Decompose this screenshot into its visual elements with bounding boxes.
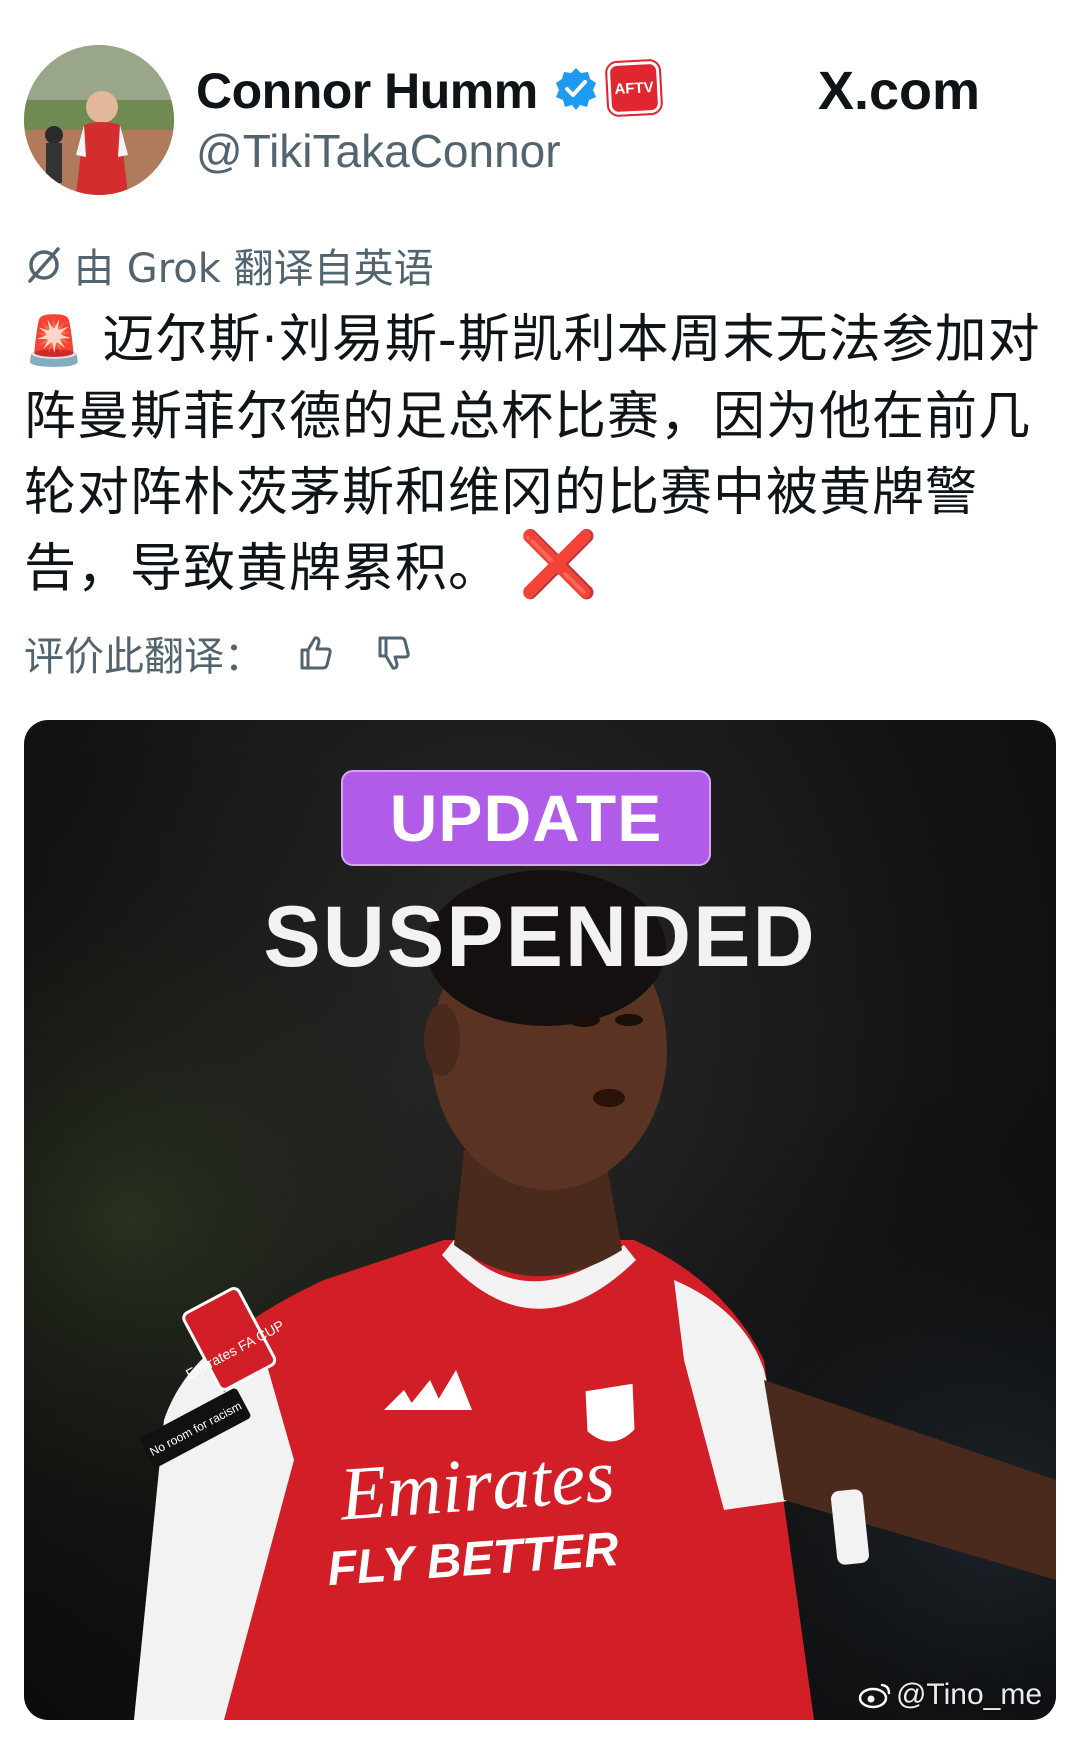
update-badge: UPDATE: [341, 770, 711, 866]
verified-badge-icon: [556, 68, 596, 110]
author-avatar[interactable]: [24, 45, 174, 195]
translation-note[interactable]: 由 Grok 翻译自英语: [24, 236, 434, 294]
author-display-name[interactable]: Connor Humm: [196, 62, 538, 120]
suspended-headline: SUSPENDED: [263, 889, 817, 985]
weibo-icon: [858, 1683, 891, 1709]
thumbs-down-icon[interactable]: [372, 632, 414, 674]
grok-icon: [28, 247, 60, 283]
siren-icon: 🚨: [24, 313, 85, 369]
site-label: X.com: [818, 61, 981, 121]
tweet-header: Connor Humm AFTV @TikiTakaConnor X.com: [0, 0, 1080, 230]
tweet-text: 🚨 迈尔斯·刘易斯-斯凯利本周末无法参加对阵曼斯菲尔德的足总杯比赛，因为他在前几…: [24, 302, 1054, 607]
translation-note-text: 由 Grok 翻译自英语: [74, 246, 434, 292]
watermark-text: @Tino_me: [895, 1678, 1042, 1711]
avatar-image: [24, 45, 174, 195]
rate-translation: 评价此翻译：: [24, 624, 414, 682]
player-illustration: Emirates FLY BETTER Emirates FA CUP No r…: [24, 720, 1056, 1720]
rate-translation-label: 评价此翻译：: [24, 634, 264, 680]
affiliate-badge-label: AFTV: [613, 78, 654, 98]
tweet-media-image[interactable]: Emirates FLY BETTER Emirates FA CUP No r…: [24, 720, 1056, 1720]
author-handle[interactable]: @TikiTakaConnor: [196, 124, 561, 178]
weibo-watermark: @Tino_me: [858, 1678, 1042, 1712]
thumbs-up-icon[interactable]: [294, 632, 336, 674]
affiliate-badge-icon[interactable]: AFTV: [606, 60, 662, 116]
cross-mark-icon: ❌: [518, 528, 600, 602]
